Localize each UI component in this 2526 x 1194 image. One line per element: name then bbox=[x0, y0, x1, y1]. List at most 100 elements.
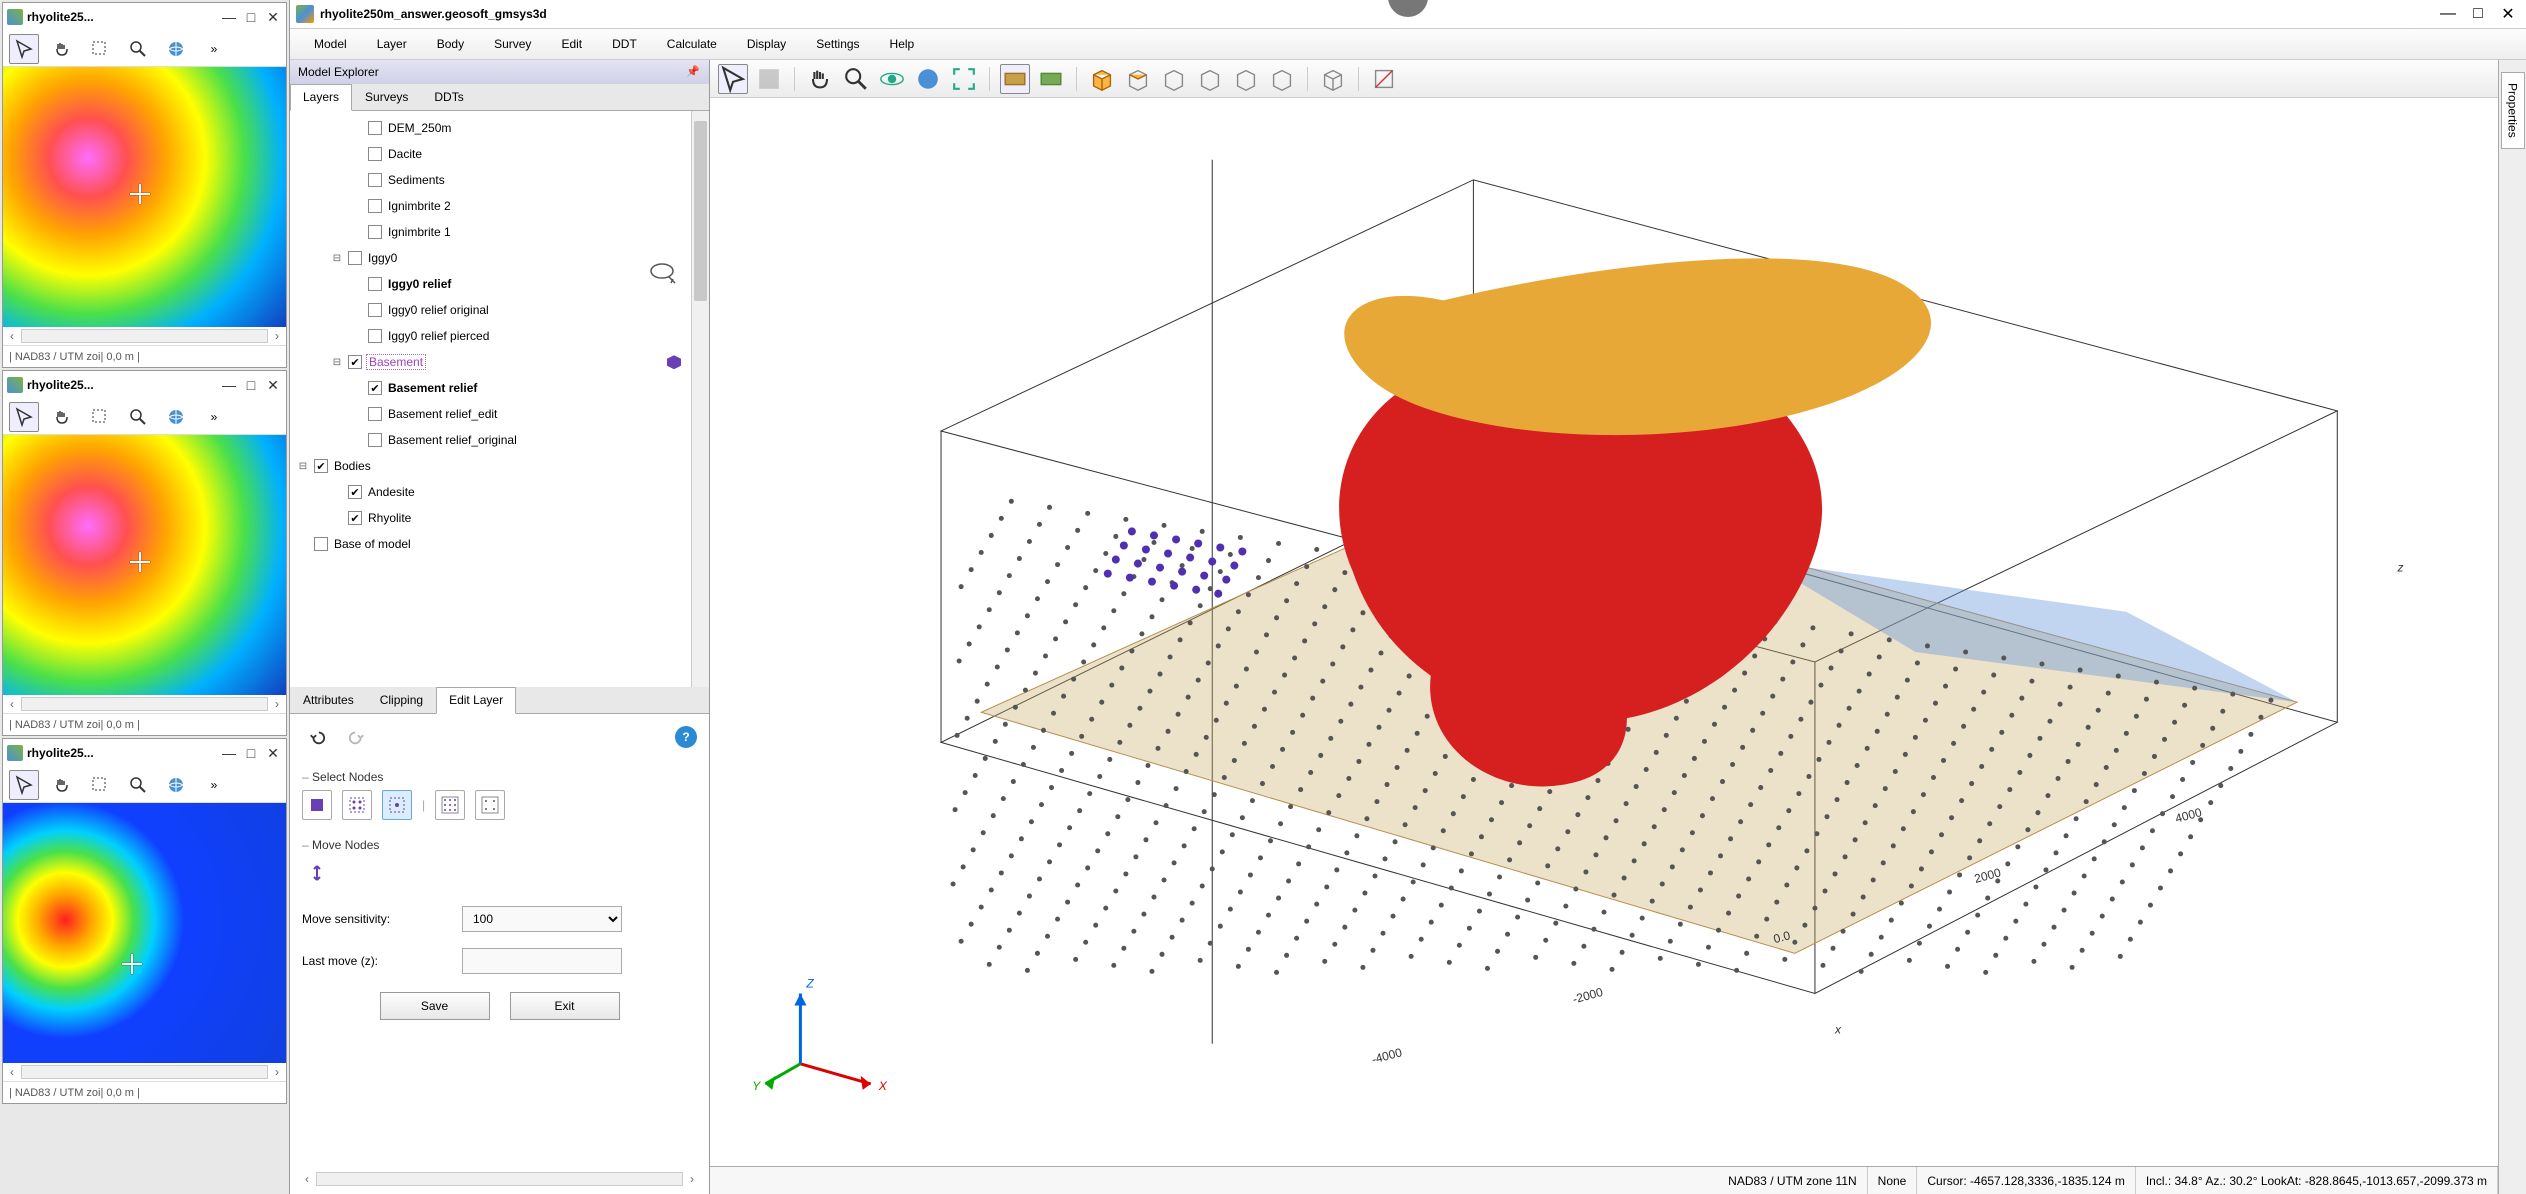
zoom-tool[interactable] bbox=[123, 770, 153, 800]
last-move-input[interactable] bbox=[462, 948, 622, 974]
pan-tool[interactable] bbox=[47, 770, 77, 800]
globe-tool[interactable] bbox=[161, 402, 191, 432]
checkbox[interactable] bbox=[368, 121, 382, 135]
disk-tool[interactable] bbox=[754, 64, 784, 94]
grid-dense-button[interactable] bbox=[435, 790, 465, 820]
minimize-button[interactable]: — bbox=[220, 744, 238, 762]
tree-scrollbar[interactable] bbox=[691, 111, 709, 687]
scroll-left[interactable]: ‹ bbox=[298, 1172, 316, 1186]
globe-tool[interactable] bbox=[161, 770, 191, 800]
checkbox[interactable] bbox=[368, 173, 382, 187]
save-button[interactable]: Save bbox=[380, 992, 490, 1020]
exit-button[interactable]: Exit bbox=[510, 992, 620, 1020]
layer-vis-1[interactable] bbox=[1000, 64, 1030, 94]
checkbox[interactable] bbox=[314, 459, 328, 473]
menu-help[interactable]: Help bbox=[876, 31, 929, 57]
explorer-tab-layers[interactable]: Layers bbox=[290, 84, 352, 111]
scroll-right[interactable]: › bbox=[268, 329, 286, 343]
layer-vis-2[interactable] bbox=[1036, 64, 1066, 94]
tree-item[interactable]: ⊟Basement bbox=[290, 349, 709, 375]
menu-layer[interactable]: Layer bbox=[363, 31, 421, 57]
cube-iso[interactable] bbox=[1318, 64, 1348, 94]
tree-item[interactable]: Sediments bbox=[290, 167, 709, 193]
checkbox[interactable] bbox=[368, 303, 382, 317]
scroll-left[interactable]: ‹ bbox=[3, 1065, 21, 1079]
tree-item[interactable]: Base of model bbox=[290, 531, 709, 557]
minimize-button[interactable]: — bbox=[2436, 2, 2460, 26]
close-button[interactable]: ✕ bbox=[264, 8, 282, 26]
fit-tool[interactable] bbox=[949, 64, 979, 94]
tree-item[interactable]: Dacite bbox=[290, 141, 709, 167]
undo-button[interactable] bbox=[302, 722, 332, 752]
pan-tool[interactable] bbox=[47, 34, 77, 64]
menu-ddt[interactable]: DDT bbox=[598, 31, 651, 57]
pointer-tool[interactable] bbox=[9, 770, 39, 800]
tree-item[interactable]: Iggy0 relief pierced bbox=[290, 323, 709, 349]
grid-sparse-button[interactable] bbox=[475, 790, 505, 820]
select-all-button[interactable] bbox=[302, 790, 332, 820]
menu-body[interactable]: Body bbox=[423, 31, 478, 57]
scroll-left[interactable]: ‹ bbox=[3, 329, 21, 343]
cube-bottom[interactable] bbox=[1195, 64, 1225, 94]
checkbox[interactable] bbox=[368, 225, 382, 239]
more-tools[interactable]: » bbox=[199, 34, 229, 64]
scrollbar[interactable] bbox=[21, 697, 268, 711]
tree-item[interactable]: Rhyolite bbox=[290, 505, 709, 531]
cube-back[interactable] bbox=[1123, 64, 1153, 94]
globe-tool[interactable] bbox=[913, 64, 943, 94]
scroll-right[interactable]: › bbox=[683, 1172, 701, 1186]
bottom-tab-edit-layer[interactable]: Edit Layer bbox=[436, 687, 516, 714]
menu-survey[interactable]: Survey bbox=[480, 31, 545, 57]
maximize-button[interactable]: □ bbox=[242, 8, 260, 26]
menu-calculate[interactable]: Calculate bbox=[653, 31, 731, 57]
menu-edit[interactable]: Edit bbox=[547, 31, 596, 57]
tree-item[interactable]: Ignimbrite 1 bbox=[290, 219, 709, 245]
sensitivity-select[interactable]: 100 bbox=[462, 906, 622, 932]
move-z-button[interactable] bbox=[302, 858, 332, 888]
more-tools[interactable]: » bbox=[199, 402, 229, 432]
minimize-button[interactable]: — bbox=[220, 8, 238, 26]
scroll-right[interactable]: › bbox=[268, 697, 286, 711]
scrollbar[interactable] bbox=[316, 1172, 683, 1186]
checkbox[interactable] bbox=[348, 251, 362, 265]
tree-item[interactable]: Basement relief_original bbox=[290, 427, 709, 453]
tree-item[interactable]: ⊟Bodies bbox=[290, 453, 709, 479]
properties-tab[interactable]: Properties bbox=[2501, 72, 2525, 149]
scrollbar[interactable] bbox=[21, 329, 268, 343]
close-button[interactable]: ✕ bbox=[264, 376, 282, 394]
mini-map-3[interactable] bbox=[3, 803, 286, 1063]
checkbox[interactable] bbox=[348, 511, 362, 525]
tree-item[interactable]: Iggy0 relief original bbox=[290, 297, 709, 323]
section-tool[interactable] bbox=[1369, 64, 1399, 94]
pin-icon[interactable]: 📌 bbox=[685, 64, 701, 80]
pointer-tool[interactable] bbox=[9, 402, 39, 432]
mini-map-1[interactable] bbox=[3, 67, 286, 327]
cube-front[interactable] bbox=[1087, 64, 1117, 94]
checkbox[interactable] bbox=[368, 199, 382, 213]
bottom-tab-attributes[interactable]: Attributes bbox=[290, 687, 367, 713]
checkbox[interactable] bbox=[368, 381, 382, 395]
maximize-button[interactable]: □ bbox=[242, 376, 260, 394]
scroll-right[interactable]: › bbox=[268, 1065, 286, 1079]
zoom-box-tool[interactable] bbox=[85, 770, 115, 800]
close-button[interactable]: ✕ bbox=[2496, 2, 2520, 26]
checkbox[interactable] bbox=[368, 147, 382, 161]
checkbox[interactable] bbox=[368, 329, 382, 343]
help-button[interactable]: ? bbox=[675, 726, 697, 748]
checkbox[interactable] bbox=[314, 537, 328, 551]
orbit-tool[interactable] bbox=[877, 64, 907, 94]
scroll-left[interactable]: ‹ bbox=[3, 697, 21, 711]
layer-tree[interactable]: DEM_250mDaciteSedimentsIgnimbrite 2Ignim… bbox=[290, 111, 709, 687]
pan-tool[interactable] bbox=[47, 402, 77, 432]
cube-left[interactable] bbox=[1231, 64, 1261, 94]
select-inside-button[interactable] bbox=[342, 790, 372, 820]
menu-display[interactable]: Display bbox=[733, 31, 800, 57]
zoom-box-tool[interactable] bbox=[85, 402, 115, 432]
checkbox[interactable] bbox=[348, 355, 362, 369]
zoom-box-tool[interactable] bbox=[85, 34, 115, 64]
menu-model[interactable]: Model bbox=[300, 31, 361, 57]
pointer-tool[interactable] bbox=[9, 34, 39, 64]
more-tools[interactable]: » bbox=[199, 770, 229, 800]
minimize-button[interactable]: — bbox=[220, 376, 238, 394]
checkbox[interactable] bbox=[368, 277, 382, 291]
